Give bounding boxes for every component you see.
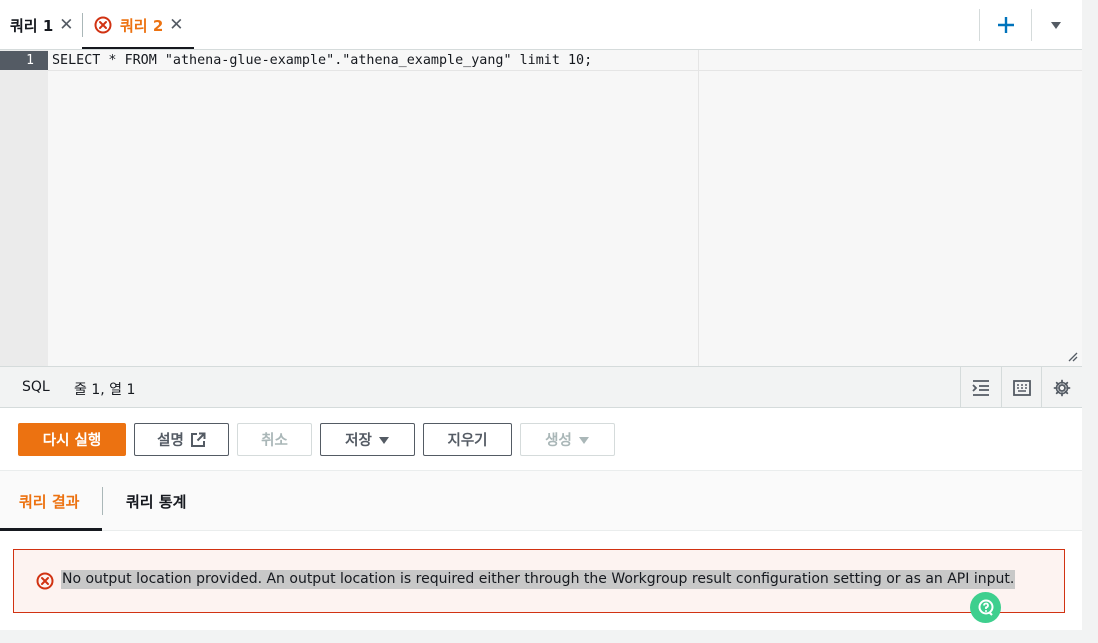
divider [979,9,980,41]
save-button[interactable]: 저장 [320,423,415,456]
help-bubble-icon [978,599,993,616]
caret-down-icon [1051,22,1061,29]
error-alert: No output location provided. An output l… [13,549,1065,613]
create-button[interactable]: 생성 [520,423,615,456]
sql-editor[interactable]: 1 SELECT * FROM "athena-glue-example"."a… [0,50,1082,366]
tab-query-1[interactable]: 쿼리 1 ✕ [10,0,74,50]
tab-label: 쿼리 결과 [19,492,80,511]
explain-button[interactable]: 설명 [134,423,229,456]
code-semicolon: ; [584,53,593,68]
keyword-from: FROM [124,53,157,68]
query-actions-bar: 다시 실행 설명 취소 저장 지우기 생성 [0,408,1082,470]
print-margin [698,50,699,366]
create-label: 생성 [545,433,572,449]
error-icon [36,572,54,590]
query-editor-panel: 쿼리 1 ✕ 쿼리 2 ✕ 1 SELECT * FROM "athena-gl… [0,0,1082,630]
keyword-limit: limit [511,53,568,68]
editor-settings-button[interactable] [1041,367,1082,408]
query-tab-bar: 쿼리 1 ✕ 쿼리 2 ✕ [0,0,1082,50]
editor-status-bar: SQL 줄 1, 열 1 [0,366,1082,408]
active-line-border [48,70,1082,71]
divider [1031,9,1032,41]
plus-icon [998,17,1014,33]
tab-query-stats[interactable]: 쿼리 통계 [126,471,186,531]
indent-icon [972,379,989,396]
caret-down-icon [378,435,390,445]
tab-query-2[interactable]: 쿼리 2 ✕ [82,0,193,50]
cancel-button[interactable]: 취소 [237,423,312,456]
cancel-label: 취소 [261,433,288,449]
code-star: * [100,53,125,68]
close-icon[interactable]: ✕ [169,15,183,35]
tab-divider [82,13,83,37]
caret-down-icon [578,435,590,445]
tab-divider [102,487,103,515]
save-label: 저장 [345,433,372,449]
clear-button[interactable]: 지우기 [423,423,512,456]
tab-label: 쿼리 통계 [126,492,187,511]
run-again-button[interactable]: 다시 실행 [18,423,126,456]
keyword-select: SELECT [52,53,101,68]
clear-label: 지우기 [447,433,488,449]
add-tab-button[interactable] [992,11,1020,39]
code-database: "athena-glue-example" [164,53,335,68]
tab-query-results[interactable]: 쿼리 결과 [19,471,79,531]
help-bubble-button[interactable] [970,592,1001,623]
cursor-position: 줄 1, 열 1 [74,382,136,398]
gear-icon [1053,379,1071,396]
language-label: SQL [22,379,50,395]
run-again-label: 다시 실행 [42,433,102,449]
tab-label: 쿼리 1 [10,16,54,35]
query-results-panel: 쿼리 결과 쿼리 통계 No output location provided.… [0,470,1082,630]
keyboard-shortcuts-button[interactable] [1001,367,1042,408]
external-link-icon [190,432,206,448]
close-icon[interactable]: ✕ [59,15,73,35]
active-tab-indicator [0,528,102,531]
line-number: 1 [0,51,48,70]
format-query-button[interactable] [960,367,1001,408]
tab-label: 쿼리 2 [120,16,164,35]
code-table: "athena_example_yang" [342,53,512,68]
code-number: 10 [568,53,585,68]
keyboard-icon [1013,379,1031,396]
error-icon [94,16,112,34]
tab-menu-button[interactable] [1044,11,1068,39]
explain-label: 설명 [157,433,184,449]
error-message: No output location provided. An output l… [61,570,1016,589]
code-line[interactable]: SELECT * FROM "athena-glue-example"."ath… [52,51,592,70]
resize-icon[interactable] [1066,350,1078,362]
line-number-gutter: 1 [0,50,48,366]
results-tab-bar: 쿼리 결과 쿼리 통계 [0,471,1082,531]
